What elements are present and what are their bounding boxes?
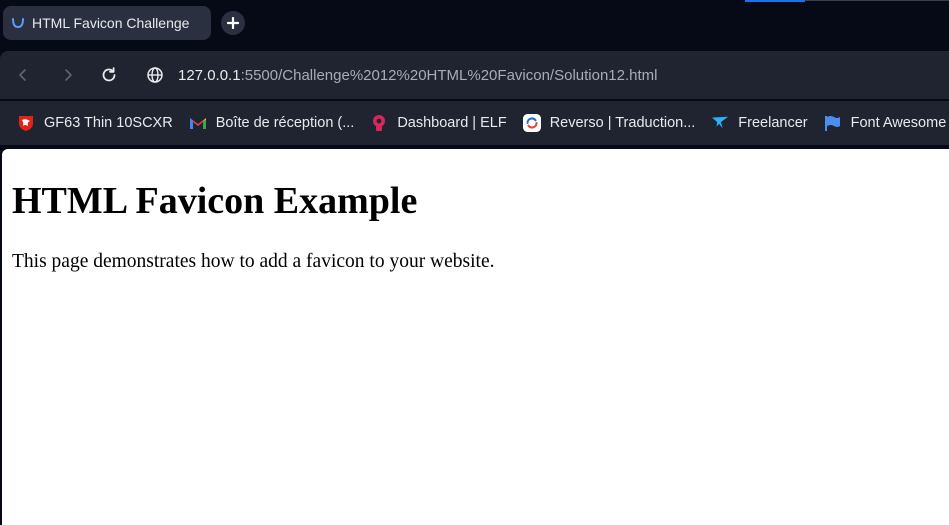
toolbar: 127.0.0.1:5500/Challenge%2012%20HTML%20F…	[0, 51, 949, 99]
reload-icon	[100, 66, 118, 84]
reload-button[interactable]	[97, 63, 121, 87]
globe-icon[interactable]	[145, 65, 165, 85]
url-path: :5500/Challenge%2012%20HTML%20Favicon/So…	[240, 66, 658, 84]
bookmark-freelancer[interactable]: Freelancer	[711, 114, 808, 132]
elf-logo-icon	[370, 114, 388, 132]
chevron-left-icon	[15, 67, 31, 83]
chevron-right-icon	[60, 67, 76, 83]
tab-title: HTML Favicon Challenge	[32, 15, 190, 31]
new-tab-button[interactable]	[221, 11, 245, 35]
reverso-icon	[522, 114, 541, 132]
smile-icon	[10, 15, 26, 31]
tab-html-favicon-challenge[interactable]: HTML Favicon Challenge	[3, 6, 211, 40]
freelancer-bird-icon	[711, 114, 729, 132]
tab-strip-divider	[805, 0, 949, 1]
browser-window: HTML Favicon Challenge 127.0.0.1:5500/C…	[0, 0, 949, 525]
page-viewport: HTML Favicon Example This page demonstra…	[2, 149, 949, 525]
bookmark-gf63[interactable]: GF63 Thin 10SCXR	[17, 114, 173, 132]
bookmark-label: Dashboard | ELF	[397, 115, 507, 131]
msi-dragon-icon	[17, 114, 35, 132]
bookmarks-bar: GF63 Thin 10SCXR Boîte de réception (...	[0, 101, 949, 145]
bookmark-label: Reverso | Traduction...	[549, 115, 696, 131]
bookmark-label: GF63 Thin 10SCXR	[44, 115, 173, 131]
bookmark-elf-dashboard[interactable]: Dashboard | ELF	[370, 114, 507, 132]
page-heading: HTML Favicon Example	[12, 180, 418, 222]
bookmark-label: Freelancer	[738, 115, 808, 131]
bookmark-label: Boîte de réception (...	[215, 115, 355, 131]
forward-button[interactable]	[56, 63, 80, 87]
back-button[interactable]	[11, 63, 35, 87]
bookmark-font-awesome[interactable]: Font Awesome	[824, 114, 947, 132]
page-paragraph: This page demonstrates how to add a favi…	[12, 251, 495, 272]
bookmark-label: Font Awesome	[850, 115, 947, 131]
plus-icon	[227, 17, 239, 29]
tab-strip-accent	[745, 0, 805, 2]
bookmark-gmail[interactable]: Boîte de réception (...	[189, 114, 355, 132]
gmail-icon	[189, 114, 207, 132]
flag-icon	[824, 114, 842, 132]
url-host: 127.0.0.1	[178, 66, 241, 84]
bookmark-reverso[interactable]: Reverso | Traduction...	[522, 114, 696, 132]
tab-strip: HTML Favicon Challenge	[0, 0, 949, 48]
address-bar[interactable]: 127.0.0.1:5500/Challenge%2012%20HTML%20F…	[133, 57, 949, 93]
